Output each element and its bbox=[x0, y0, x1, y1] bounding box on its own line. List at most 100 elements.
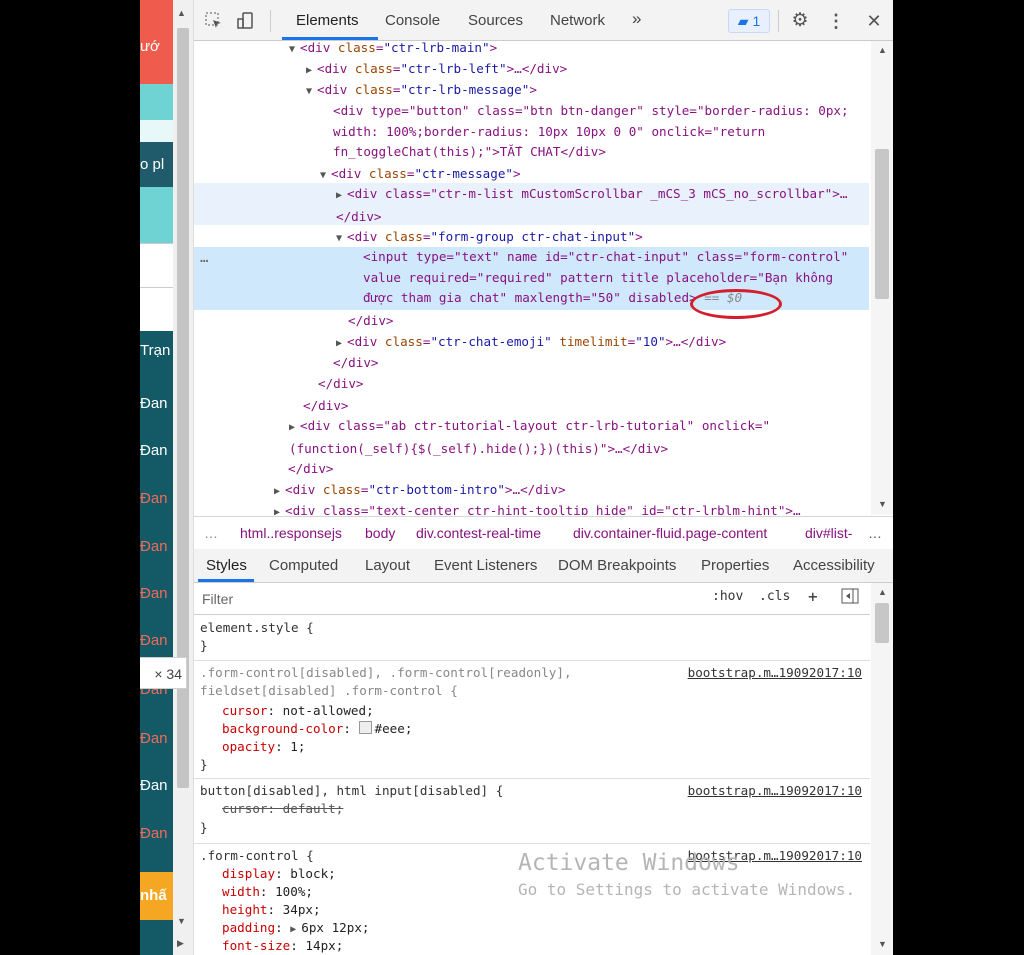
tab-event-listeners[interactable]: Event Listeners bbox=[434, 557, 537, 574]
watermark-subtitle: Go to Settings to activate Windows. bbox=[518, 880, 856, 899]
rule-source-link[interactable]: bootstrap.m…19092017:10 bbox=[688, 664, 862, 682]
rule-selector[interactable]: element.style { bbox=[200, 619, 314, 637]
style-declaration[interactable]: width: 100%; bbox=[222, 883, 313, 901]
dom-tree: ▼ <div class="ctr-lrb-main"> ▶ <div class=… bbox=[194, 41, 869, 515]
dom-node[interactable]: ▶ <div class="ctr-m-list mCustomScrollbar… bbox=[336, 184, 866, 227]
watermark-title: Activate Windows bbox=[518, 850, 740, 876]
devtools-panel: Elements Console Sources Network » ▰ 1 ⚙… bbox=[194, 0, 893, 955]
collapse-triangle-icon[interactable]: ▼ bbox=[306, 81, 317, 102]
dom-node[interactable]: </div> bbox=[194, 395, 869, 416]
styles-filter-input[interactable] bbox=[200, 588, 624, 610]
breadcrumb-item[interactable]: div#list- bbox=[805, 517, 852, 549]
scroll-up-icon[interactable]: ▲ bbox=[878, 45, 887, 55]
expand-triangle-icon[interactable]: ▶ bbox=[306, 60, 317, 81]
tab-accessibility[interactable]: Accessibility bbox=[793, 557, 875, 574]
rule-selector[interactable]: fieldset[disabled] .form-control { bbox=[200, 682, 458, 700]
issues-button[interactable]: ▰ 1 bbox=[728, 9, 770, 33]
breadcrumb-item[interactable]: html..responsejs bbox=[240, 517, 342, 549]
collapse-triangle-icon[interactable]: ▼ bbox=[320, 165, 331, 186]
breadcrumb-overflow[interactable]: … bbox=[204, 517, 218, 549]
style-declaration[interactable]: padding: ▶ 6px 12px; bbox=[222, 919, 370, 937]
styles-scrollbar[interactable]: ▲ ▼ bbox=[871, 583, 893, 955]
page-fragment: o pl bbox=[140, 142, 173, 187]
dom-node[interactable]: </div> bbox=[194, 352, 869, 373]
gear-icon[interactable]: ⚙ bbox=[790, 11, 810, 31]
dom-node[interactable]: ▶ <div class="text-center ctr-hint-toolti… bbox=[194, 500, 869, 515]
style-declaration[interactable]: background-color: #eee; bbox=[222, 720, 412, 738]
class-toggle[interactable]: .cls bbox=[759, 589, 790, 604]
more-tabs-icon[interactable]: » bbox=[632, 9, 641, 29]
breadcrumb-item[interactable]: div.container-fluid.page-content bbox=[573, 517, 767, 549]
expand-triangle-icon[interactable]: ▶ bbox=[336, 186, 347, 207]
page-band bbox=[140, 287, 173, 331]
page-fragment: Đan bbox=[140, 490, 168, 507]
dom-node[interactable]: ▶ <div class="ctr-bottom-intro">…</div> bbox=[194, 479, 869, 500]
dom-node[interactable]: </div> bbox=[194, 373, 869, 394]
dom-node[interactable]: <div type="button" class="btn btn-danger… bbox=[333, 101, 869, 163]
kebab-menu-icon[interactable]: ⋮ bbox=[826, 11, 846, 31]
styles-pane: element.style { } .form-control[disabled… bbox=[194, 615, 870, 955]
dom-node[interactable]: </div> bbox=[194, 310, 869, 331]
collapse-triangle-icon[interactable]: ▼ bbox=[336, 228, 347, 249]
tab-layout[interactable]: Layout bbox=[365, 557, 410, 574]
expand-triangle-icon[interactable]: ▶ bbox=[274, 481, 285, 502]
tab-elements[interactable]: Elements bbox=[296, 12, 359, 29]
activate-windows-watermark: Activate Windows Go to Settings to activ… bbox=[518, 850, 855, 899]
tab-sources[interactable]: Sources bbox=[468, 12, 523, 29]
dom-scrollbar[interactable]: ▲ ▼ bbox=[871, 41, 893, 515]
dom-node[interactable]: ▶ <div class="ctr-lrb-left">…</div> bbox=[194, 58, 869, 79]
close-icon[interactable]: ✕ bbox=[864, 11, 884, 31]
web-page-strip: ướ o pl Trạn Đan Đan Đan Đan Đan Đan Đan… bbox=[140, 0, 173, 955]
scroll-down-icon[interactable]: ▼ bbox=[177, 916, 186, 926]
dom-node[interactable]: ▶ <div class="ab ctr-tutorial-layout ctr-… bbox=[289, 416, 869, 459]
tab-styles[interactable]: Styles bbox=[206, 557, 247, 574]
toggle-sidebar-icon[interactable] bbox=[841, 588, 859, 608]
style-declaration[interactable]: cursor: not-allowed; bbox=[222, 702, 374, 720]
breadcrumb-item[interactable]: body bbox=[365, 517, 395, 549]
tab-console[interactable]: Console bbox=[385, 12, 440, 29]
tab-network[interactable]: Network bbox=[550, 12, 605, 29]
dom-node[interactable]: </div> bbox=[194, 458, 869, 479]
tab-dom-breakpoints[interactable]: DOM Breakpoints bbox=[558, 557, 676, 574]
devtools-toolbar: Elements Console Sources Network » ▰ 1 ⚙… bbox=[194, 0, 893, 41]
rule-selector[interactable]: button[disabled], html input[disabled] { bbox=[200, 782, 503, 800]
dom-node-selected[interactable]: <input type="text" name id="ctr-chat-inp… bbox=[363, 247, 869, 309]
styles-scroll-thumb[interactable] bbox=[875, 603, 889, 643]
breadcrumb-item[interactable]: div.contest-real-time bbox=[416, 517, 541, 549]
style-declaration[interactable]: opacity: 1; bbox=[222, 738, 305, 756]
dom-node[interactable]: ▼ <div class="ctr-lrb-message"> bbox=[194, 79, 869, 100]
overridden-declaration[interactable]: cursor: default; bbox=[222, 800, 343, 818]
breadcrumb-overflow[interactable]: … bbox=[868, 517, 882, 549]
expand-triangle-icon[interactable]: ▶ bbox=[289, 418, 300, 439]
rule-selector[interactable]: .form-control { bbox=[200, 847, 314, 865]
style-declaration[interactable]: display: block; bbox=[222, 865, 336, 883]
hover-state-toggle[interactable]: :hov bbox=[712, 589, 743, 604]
scroll-up-icon[interactable]: ▲ bbox=[878, 587, 887, 597]
dom-node[interactable]: ▼ <div class="form-group ctr-chat-input"> bbox=[194, 226, 869, 247]
dom-node[interactable]: ▼ <div class="ctr-message"> bbox=[194, 163, 869, 184]
node-actions-ellipsis[interactable]: … bbox=[200, 250, 208, 266]
new-style-rule-button[interactable]: + bbox=[808, 587, 818, 606]
tab-properties[interactable]: Properties bbox=[701, 557, 769, 574]
inspect-icon[interactable] bbox=[204, 11, 224, 31]
style-declaration[interactable]: font-size: 14px; bbox=[222, 937, 343, 955]
scroll-down-icon[interactable]: ▼ bbox=[878, 939, 887, 949]
device-toolbar-icon[interactable] bbox=[236, 11, 256, 31]
expand-triangle-icon[interactable]: ▶ bbox=[274, 502, 285, 515]
page-band bbox=[140, 243, 173, 287]
style-declaration[interactable]: height: 34px; bbox=[222, 901, 321, 919]
color-swatch[interactable] bbox=[358, 721, 372, 734]
expand-triangle-icon[interactable]: ▶ bbox=[336, 333, 347, 354]
rule-source-link[interactable]: bootstrap.m…19092017:10 bbox=[688, 782, 862, 800]
rule-selector[interactable]: .form-control[disabled], .form-control[r… bbox=[200, 664, 572, 682]
page-scrollbar[interactable]: ▲ ▼ ▶ bbox=[173, 0, 194, 955]
dom-node[interactable]: ▼ <div class="ctr-lrb-main"> bbox=[194, 41, 869, 58]
rule-close-brace: } bbox=[200, 638, 208, 653]
scroll-up-icon[interactable]: ▲ bbox=[177, 8, 186, 18]
dom-scroll-thumb[interactable] bbox=[875, 149, 889, 299]
scroll-right-icon[interactable]: ▶ bbox=[177, 938, 184, 949]
scroll-down-icon[interactable]: ▼ bbox=[878, 499, 887, 509]
page-fragment: Đan bbox=[140, 777, 168, 794]
dom-node[interactable]: ▶ <div class="ctr-chat-emoji" timelimit="… bbox=[194, 331, 869, 352]
tab-computed[interactable]: Computed bbox=[269, 557, 338, 574]
